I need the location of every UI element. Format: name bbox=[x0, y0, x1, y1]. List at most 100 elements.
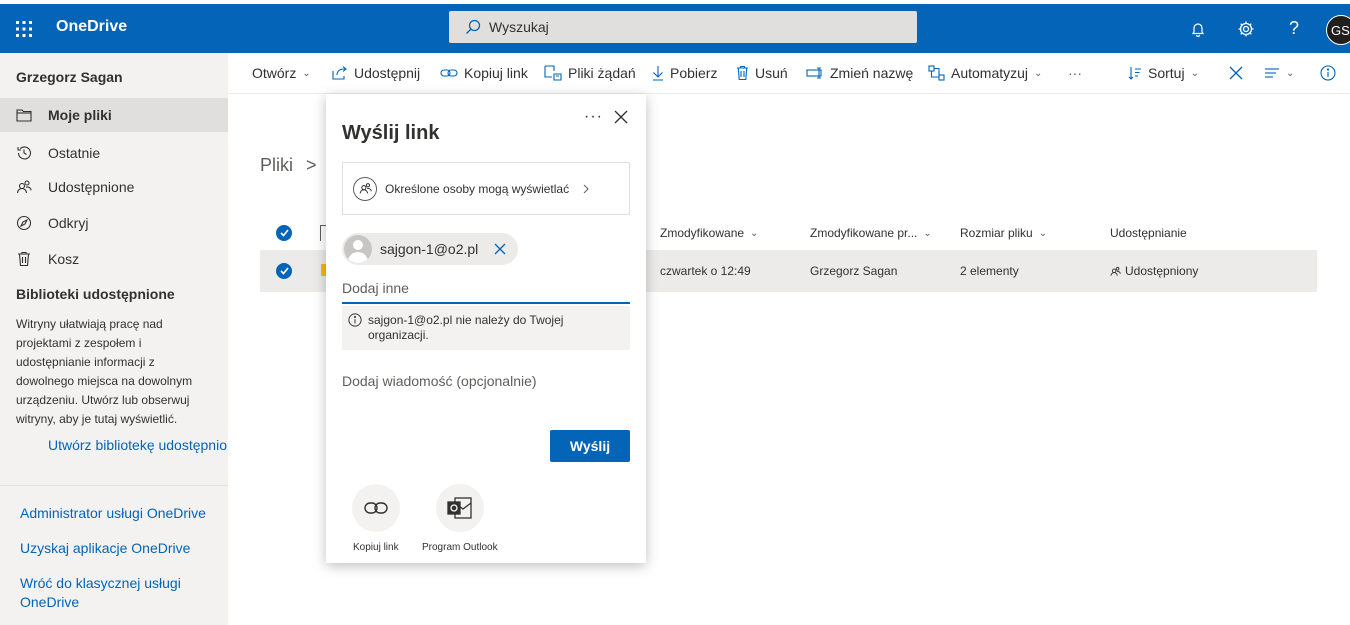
search-placeholder: Wyszukaj bbox=[489, 19, 549, 35]
delete-button[interactable]: Usuń bbox=[736, 53, 788, 93]
remove-recipient-icon[interactable] bbox=[494, 243, 506, 255]
app-name[interactable]: OneDrive bbox=[56, 18, 127, 36]
sharing-status: Udostępniony bbox=[1125, 264, 1199, 278]
message-input[interactable]: Dodaj wiadomość (opcjonalnie) bbox=[342, 373, 537, 389]
folder-icon bbox=[0, 108, 48, 122]
recipient-chip[interactable]: sajgon-1@o2.pl bbox=[342, 233, 518, 265]
chevron-down-icon: ⌄ bbox=[302, 67, 311, 79]
chevron-down-icon: ⌄ bbox=[1286, 67, 1295, 79]
avatar bbox=[344, 235, 372, 263]
rename-button[interactable]: Zmień nazwę bbox=[806, 53, 913, 93]
send-link-dialog: Wyślij link ··· Określone osoby mogą wyś… bbox=[326, 94, 646, 563]
top-bar: OneDrive Wyszukaj ? GS bbox=[0, 4, 1350, 53]
share-icon bbox=[332, 65, 348, 81]
admin-link[interactable]: Administrator usługi OneDrive bbox=[20, 504, 220, 523]
rename-icon bbox=[806, 67, 824, 79]
chevron-down-icon: ⌄ bbox=[923, 227, 932, 239]
column-label: Rozmiar pliku bbox=[960, 226, 1033, 240]
link-icon bbox=[363, 499, 389, 517]
permission-label: Określone osoby mogą wyświetlać bbox=[385, 181, 570, 196]
search-input[interactable]: Wyszukaj bbox=[449, 11, 917, 43]
gear-icon[interactable] bbox=[1222, 4, 1270, 53]
external-user-warning: sajgon-1@o2.pl nie należy do Twojej orga… bbox=[342, 306, 630, 350]
breadcrumb-root[interactable]: Pliki bbox=[260, 155, 293, 175]
column-header-size[interactable]: Rozmiar pliku ⌄ bbox=[960, 226, 1047, 240]
open-label: Otwórz bbox=[252, 65, 297, 81]
sort-icon bbox=[1128, 66, 1142, 80]
people-icon bbox=[0, 179, 48, 195]
info-icon bbox=[348, 313, 362, 350]
sidebar-item-trash[interactable]: Kosz bbox=[0, 242, 228, 276]
column-header-sharing[interactable]: Udostępnianie bbox=[1110, 226, 1187, 240]
send-button[interactable]: Wyślij bbox=[550, 430, 630, 462]
app-launcher-icon[interactable] bbox=[0, 4, 48, 53]
automate-label: Automatyzuj bbox=[951, 65, 1029, 81]
automate-icon bbox=[928, 65, 945, 81]
select-all-checkbox[interactable] bbox=[276, 225, 292, 241]
sidebar-item-label: Kosz bbox=[48, 251, 80, 267]
sidebar-item-recent[interactable]: Ostatnie bbox=[0, 136, 228, 170]
delete-label: Usuń bbox=[755, 65, 788, 81]
download-button[interactable]: Pobierz bbox=[652, 53, 717, 93]
bell-icon[interactable] bbox=[1174, 4, 1222, 53]
sort-label: Sortuj bbox=[1148, 65, 1185, 81]
file-request-icon bbox=[544, 65, 562, 81]
chevron-right-icon bbox=[583, 184, 589, 194]
cell-modified-by[interactable]: Grzegorz Sagan bbox=[810, 264, 897, 278]
dialog-title: Wyślij link bbox=[342, 122, 440, 144]
sort-button[interactable]: Sortuj ⌄ bbox=[1128, 53, 1199, 93]
trash-icon bbox=[0, 251, 48, 267]
help-icon[interactable]: ? bbox=[1270, 4, 1318, 53]
automate-button[interactable]: Automatyzuj ⌄ bbox=[928, 53, 1042, 93]
sidebar-item-shared[interactable]: Udostępnione bbox=[0, 170, 228, 204]
user-name: Grzegorz Sagan bbox=[16, 69, 123, 85]
more-options-button[interactable]: ··· bbox=[584, 108, 603, 126]
copy-link-option[interactable] bbox=[352, 484, 400, 532]
column-header-modified[interactable]: Zmodyfikowane ⌄ bbox=[660, 226, 758, 240]
info-icon[interactable] bbox=[1320, 53, 1336, 93]
copy-link-label: Kopiuj link bbox=[464, 65, 528, 81]
clear-selection-icon[interactable] bbox=[1228, 53, 1244, 93]
close-icon[interactable] bbox=[614, 110, 628, 129]
list-view-icon bbox=[1264, 67, 1280, 79]
download-label: Pobierz bbox=[670, 65, 718, 81]
column-header-modified-by[interactable]: Zmodyfikowane pr... ⌄ bbox=[810, 226, 932, 240]
add-recipient-input[interactable]: Dodaj inne bbox=[342, 280, 630, 304]
column-label: Udostępnianie bbox=[1110, 226, 1187, 240]
more-button[interactable]: ··· bbox=[1068, 53, 1082, 93]
view-options-button[interactable]: ⌄ bbox=[1264, 53, 1294, 93]
share-button[interactable]: Udostępnij bbox=[332, 53, 420, 93]
cell-modified: czwartek o 12:49 bbox=[660, 264, 751, 278]
file-requests-button[interactable]: Pliki żądań bbox=[544, 53, 636, 93]
outlook-option[interactable] bbox=[436, 484, 484, 532]
divider bbox=[0, 485, 228, 486]
avatar[interactable]: GS bbox=[1326, 15, 1350, 45]
row-checkbox[interactable] bbox=[276, 263, 292, 279]
sidebar-item-label: Udostępnione bbox=[48, 179, 135, 195]
classic-onedrive-link[interactable]: Wróć do klasycznej usługi OneDrive bbox=[20, 574, 220, 612]
column-label: Zmodyfikowane pr... bbox=[810, 226, 918, 240]
outlook-option-label: Program Outlook bbox=[422, 542, 498, 553]
sidebar-item-discover[interactable]: Odkryj bbox=[0, 206, 228, 240]
sidebar-item-label: Odkryj bbox=[48, 215, 89, 231]
breadcrumb-separator: > bbox=[306, 155, 317, 175]
chevron-down-icon: ⌄ bbox=[1038, 227, 1048, 239]
link-icon bbox=[440, 67, 458, 79]
trash-icon bbox=[736, 65, 749, 81]
rename-label: Zmień nazwę bbox=[830, 65, 914, 81]
link-settings-button[interactable]: Określone osoby mogą wyświetlać bbox=[342, 162, 630, 215]
get-apps-link[interactable]: Uzyskaj aplikacje OneDrive bbox=[20, 539, 220, 558]
column-label: Zmodyfikowane bbox=[660, 226, 745, 240]
create-library-link[interactable]: Utwórz bibliotekę udostępnio bbox=[48, 437, 227, 453]
recipient-email: sajgon-1@o2.pl bbox=[380, 241, 479, 257]
shared-libraries-heading: Biblioteki udostępnione bbox=[16, 286, 175, 302]
copy-link-button[interactable]: Kopiuj link bbox=[440, 53, 528, 93]
sidebar-item-my-files[interactable]: Moje pliki bbox=[0, 98, 228, 132]
history-icon bbox=[0, 145, 48, 161]
shared-libraries-description: Witryny ułatwiają pracę nad projektami z… bbox=[16, 317, 193, 426]
outlook-icon bbox=[447, 496, 473, 520]
search-icon bbox=[465, 19, 481, 35]
open-button[interactable]: Otwórz ⌄ bbox=[252, 53, 311, 93]
people-icon bbox=[1110, 266, 1121, 277]
cell-sharing[interactable]: Udostępniony bbox=[1110, 264, 1198, 278]
